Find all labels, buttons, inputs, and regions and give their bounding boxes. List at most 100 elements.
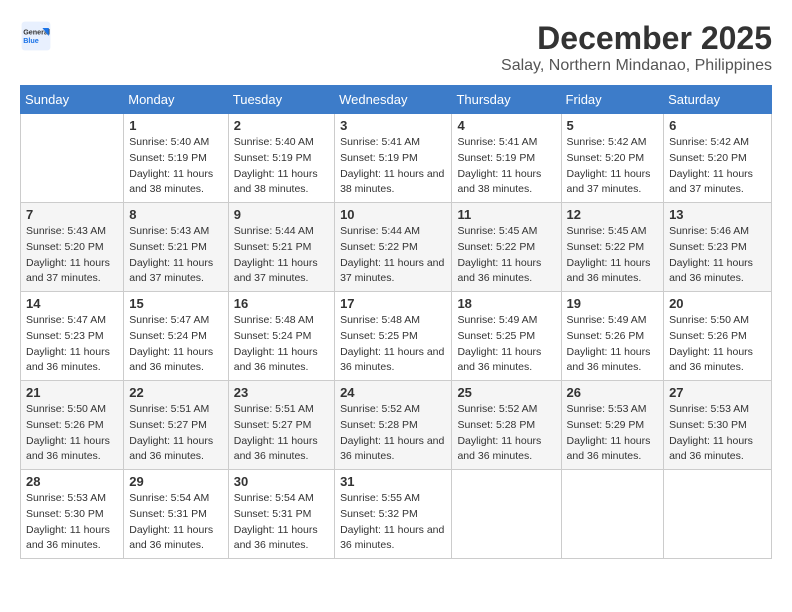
day-info: Sunrise: 5:50 AMSunset: 5:26 PMDaylight:… [26,402,118,465]
col-header-wednesday: Wednesday [335,86,452,114]
day-cell: 30Sunrise: 5:54 AMSunset: 5:31 PMDayligh… [228,470,334,559]
day-cell: 31 Sunrise: 5:55 AMSunset: 5:32 PMDayligh… [335,470,452,559]
day-number: 5 [567,118,659,133]
day-number: 19 [567,296,659,311]
day-info: Sunrise: 5:48 AMSunset: 5:25 PMDaylight:… [340,313,446,376]
day-number: 18 [457,296,555,311]
day-number: 25 [457,385,555,400]
header-row: SundayMondayTuesdayWednesdayThursdayFrid… [21,86,772,114]
day-cell: 20 Sunrise: 5:50 AMSunset: 5:26 PMDayligh… [664,292,772,381]
day-info: Sunrise: 5:46 AMSunset: 5:23 PMDaylight:… [669,224,766,287]
week-row-1: 7Sunrise: 5:43 AMSunset: 5:20 PMDaylight… [21,203,772,292]
logo: General Blue [20,20,52,52]
day-info: Sunrise: 5:48 AMSunset: 5:24 PMDaylight:… [234,313,329,376]
day-number: 9 [234,207,329,222]
day-cell: 26Sunrise: 5:53 AMSunset: 5:29 PMDayligh… [561,381,664,470]
week-row-3: 21 Sunrise: 5:50 AMSunset: 5:26 PMDayligh… [21,381,772,470]
day-info: Sunrise: 5:40 AMSunset: 5:19 PMDaylight:… [129,135,223,198]
day-cell: 14Sunrise: 5:47 AMSunset: 5:23 PMDayligh… [21,292,124,381]
day-info: Sunrise: 5:52 AMSunset: 5:28 PMDaylight:… [457,402,555,465]
col-header-sunday: Sunday [21,86,124,114]
day-info: Sunrise: 5:40 AMSunset: 5:19 PMDaylight:… [234,135,329,198]
day-cell: 15 Sunrise: 5:47 AMSunset: 5:24 PMDayligh… [124,292,229,381]
day-info: Sunrise: 5:51 AMSunset: 5:27 PMDaylight:… [129,402,223,465]
day-info: Sunrise: 5:42 AMSunset: 5:20 PMDaylight:… [669,135,766,198]
day-cell: 28Sunrise: 5:53 AMSunset: 5:30 PMDayligh… [21,470,124,559]
day-info: Sunrise: 5:41 AMSunset: 5:19 PMDaylight:… [340,135,446,198]
day-info: Sunrise: 5:53 AMSunset: 5:30 PMDaylight:… [26,491,118,554]
day-cell [452,470,561,559]
day-info: Sunrise: 5:43 AMSunset: 5:21 PMDaylight:… [129,224,223,287]
day-number: 16 [234,296,329,311]
day-cell: 9 Sunrise: 5:44 AMSunset: 5:21 PMDaylight… [228,203,334,292]
day-cell: 12Sunrise: 5:45 AMSunset: 5:22 PMDayligh… [561,203,664,292]
calendar-header: SundayMondayTuesdayWednesdayThursdayFrid… [21,86,772,114]
day-info: Sunrise: 5:50 AMSunset: 5:26 PMDaylight:… [669,313,766,376]
day-info: Sunrise: 5:54 AMSunset: 5:31 PMDaylight:… [129,491,223,554]
day-cell: 25 Sunrise: 5:52 AMSunset: 5:28 PMDayligh… [452,381,561,470]
col-header-saturday: Saturday [664,86,772,114]
day-number: 6 [669,118,766,133]
col-header-tuesday: Tuesday [228,86,334,114]
day-cell [561,470,664,559]
week-row-0: 1 Sunrise: 5:40 AMSunset: 5:19 PMDaylight… [21,114,772,203]
day-cell [664,470,772,559]
day-info: Sunrise: 5:44 AMSunset: 5:22 PMDaylight:… [340,224,446,287]
day-cell: 4Sunrise: 5:41 AMSunset: 5:19 PMDaylight… [452,114,561,203]
day-cell: 1 Sunrise: 5:40 AMSunset: 5:19 PMDaylight… [124,114,229,203]
day-number: 4 [457,118,555,133]
day-number: 26 [567,385,659,400]
day-info: Sunrise: 5:44 AMSunset: 5:21 PMDaylight:… [234,224,329,287]
day-cell: 29 Sunrise: 5:54 AMSunset: 5:31 PMDayligh… [124,470,229,559]
svg-text:Blue: Blue [23,36,39,45]
day-cell: 6 Sunrise: 5:42 AMSunset: 5:20 PMDaylight… [664,114,772,203]
day-number: 15 [129,296,223,311]
week-row-4: 28Sunrise: 5:53 AMSunset: 5:30 PMDayligh… [21,470,772,559]
col-header-thursday: Thursday [452,86,561,114]
day-number: 2 [234,118,329,133]
day-cell: 22 Sunrise: 5:51 AMSunset: 5:27 PMDayligh… [124,381,229,470]
day-number: 3 [340,118,446,133]
day-cell: 7Sunrise: 5:43 AMSunset: 5:20 PMDaylight… [21,203,124,292]
day-number: 11 [457,207,555,222]
day-number: 8 [129,207,223,222]
day-cell: 8 Sunrise: 5:43 AMSunset: 5:21 PMDaylight… [124,203,229,292]
day-number: 20 [669,296,766,311]
day-cell: 11 Sunrise: 5:45 AMSunset: 5:22 PMDayligh… [452,203,561,292]
day-number: 1 [129,118,223,133]
day-info: Sunrise: 5:52 AMSunset: 5:28 PMDaylight:… [340,402,446,465]
day-number: 7 [26,207,118,222]
day-number: 21 [26,385,118,400]
day-number: 10 [340,207,446,222]
day-number: 30 [234,474,329,489]
day-number: 22 [129,385,223,400]
day-info: Sunrise: 5:55 AMSunset: 5:32 PMDaylight:… [340,491,446,554]
day-number: 29 [129,474,223,489]
day-info: Sunrise: 5:42 AMSunset: 5:20 PMDaylight:… [567,135,659,198]
day-cell: 17Sunrise: 5:48 AMSunset: 5:25 PMDayligh… [335,292,452,381]
day-info: Sunrise: 5:51 AMSunset: 5:27 PMDaylight:… [234,402,329,465]
header: General Blue December 2025 Salay, Northe… [20,20,772,75]
day-info: Sunrise: 5:47 AMSunset: 5:24 PMDaylight:… [129,313,223,376]
day-cell: 2 Sunrise: 5:40 AMSunset: 5:19 PMDaylight… [228,114,334,203]
day-cell: 5 Sunrise: 5:42 AMSunset: 5:20 PMDaylight… [561,114,664,203]
day-info: Sunrise: 5:53 AMSunset: 5:30 PMDaylight:… [669,402,766,465]
day-cell: 3 Sunrise: 5:41 AMSunset: 5:19 PMDaylight… [335,114,452,203]
day-number: 13 [669,207,766,222]
day-cell: 21 Sunrise: 5:50 AMSunset: 5:26 PMDayligh… [21,381,124,470]
col-header-monday: Monday [124,86,229,114]
day-cell: 24Sunrise: 5:52 AMSunset: 5:28 PMDayligh… [335,381,452,470]
day-info: Sunrise: 5:47 AMSunset: 5:23 PMDaylight:… [26,313,118,376]
calendar-table: SundayMondayTuesdayWednesdayThursdayFrid… [20,85,772,559]
day-info: Sunrise: 5:45 AMSunset: 5:22 PMDaylight:… [457,224,555,287]
day-number: 31 [340,474,446,489]
col-header-friday: Friday [561,86,664,114]
day-cell: 23Sunrise: 5:51 AMSunset: 5:27 PMDayligh… [228,381,334,470]
logo-icon: General Blue [20,20,52,52]
day-cell: 13 Sunrise: 5:46 AMSunset: 5:23 PMDayligh… [664,203,772,292]
day-cell [21,114,124,203]
day-info: Sunrise: 5:49 AMSunset: 5:25 PMDaylight:… [457,313,555,376]
day-cell: 18 Sunrise: 5:49 AMSunset: 5:25 PMDayligh… [452,292,561,381]
day-cell: 27Sunrise: 5:53 AMSunset: 5:30 PMDayligh… [664,381,772,470]
location-title: Salay, Northern Mindanao, Philippines [501,57,772,75]
